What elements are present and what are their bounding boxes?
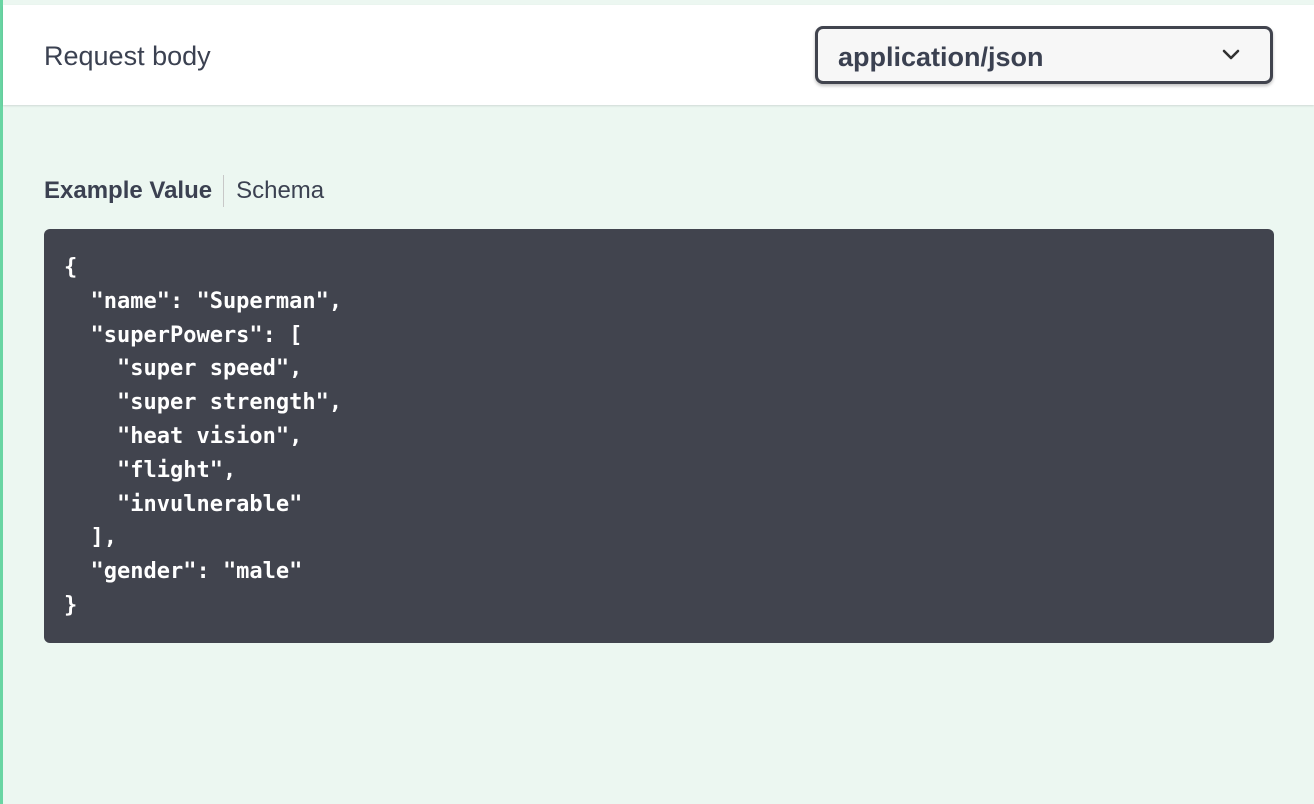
request-body-title: Request body [44, 41, 211, 71]
tab-schema[interactable]: Schema [236, 177, 324, 205]
tab-divider [223, 175, 225, 207]
operation-accent-border [0, 0, 3, 804]
content-type-select[interactable]: application/json [815, 26, 1273, 84]
content-type-selected-value: application/json [838, 42, 1044, 72]
example-value-code-block[interactable]: { "name": "Superman", "superPowers": [ "… [44, 229, 1274, 643]
example-schema-tabs: Example Value Schema [44, 174, 324, 208]
chevron-down-icon [1222, 49, 1240, 60]
tab-example-value[interactable]: Example Value [44, 177, 212, 205]
example-json: { "name": "Superman", "superPowers": [ "… [64, 255, 343, 618]
request-body-header: Request body application/json [3, 5, 1314, 105]
